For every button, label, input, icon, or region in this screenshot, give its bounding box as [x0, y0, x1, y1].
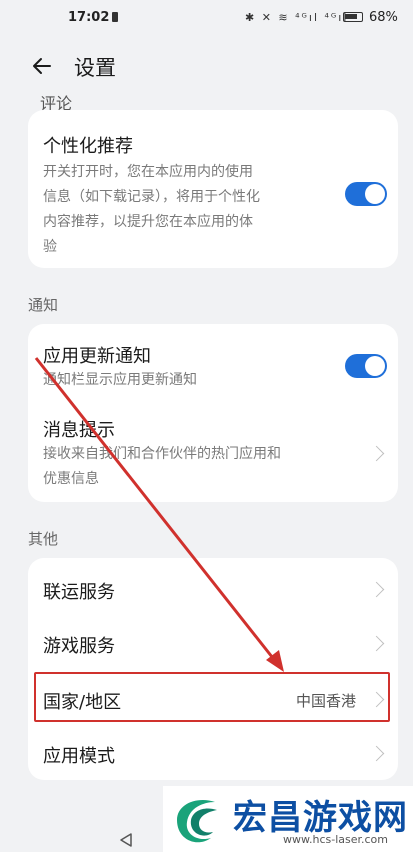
- watermark-logo: [177, 800, 217, 843]
- watermark-url: www.hcs-laser.com: [283, 833, 388, 846]
- nav-back-icon[interactable]: [118, 832, 134, 848]
- annotation-arrow: [34, 357, 284, 672]
- watermark-brand: 宏昌游戏网: [233, 798, 408, 838]
- watermark: 宏昌游戏网 www.hcs-laser.com: [163, 786, 413, 852]
